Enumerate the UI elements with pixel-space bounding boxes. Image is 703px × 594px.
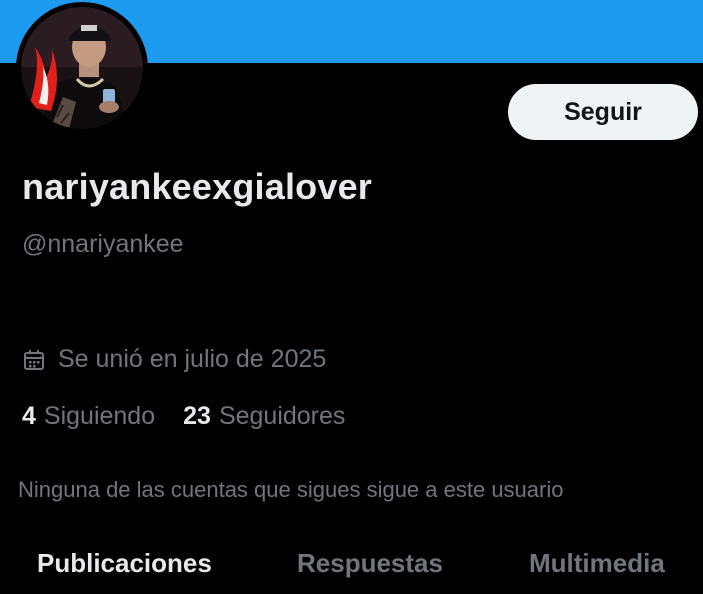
mutual-followers-note: Ninguna de las cuentas que sigues sigue … (18, 477, 564, 502)
profile-tabs: Publicaciones Respuestas Multimedia (0, 540, 703, 594)
following-link[interactable]: 4 Siguiendo (22, 402, 155, 431)
profile-page: Seguir nariyankeexgialover @nnariyankee … (0, 0, 703, 594)
tab-publicaciones[interactable]: Publicaciones (37, 548, 212, 579)
follow-stats: 4 Siguiendo 23 Seguidores (22, 402, 373, 431)
avatar[interactable] (16, 2, 148, 134)
join-date-text: Se unió en julio de 2025 (58, 345, 327, 373)
tab-multimedia[interactable]: Multimedia (529, 548, 665, 579)
display-name: nariyankeexgialover (22, 166, 373, 207)
calendar-icon (24, 349, 44, 370)
avatar-photo (21, 7, 143, 129)
followers-count: 23 (183, 402, 211, 430)
followers-label: Seguidores (218, 402, 346, 430)
followers-link[interactable]: 23 Seguidores (183, 402, 345, 431)
follow-button[interactable]: Seguir (508, 84, 698, 140)
following-count: 4 (22, 402, 36, 430)
user-handle: @nnariyankee (22, 230, 184, 258)
following-label: Siguiendo (43, 402, 156, 430)
join-date: Se unió en julio de 2025 (22, 345, 326, 374)
tab-respuestas[interactable]: Respuestas (297, 548, 443, 579)
